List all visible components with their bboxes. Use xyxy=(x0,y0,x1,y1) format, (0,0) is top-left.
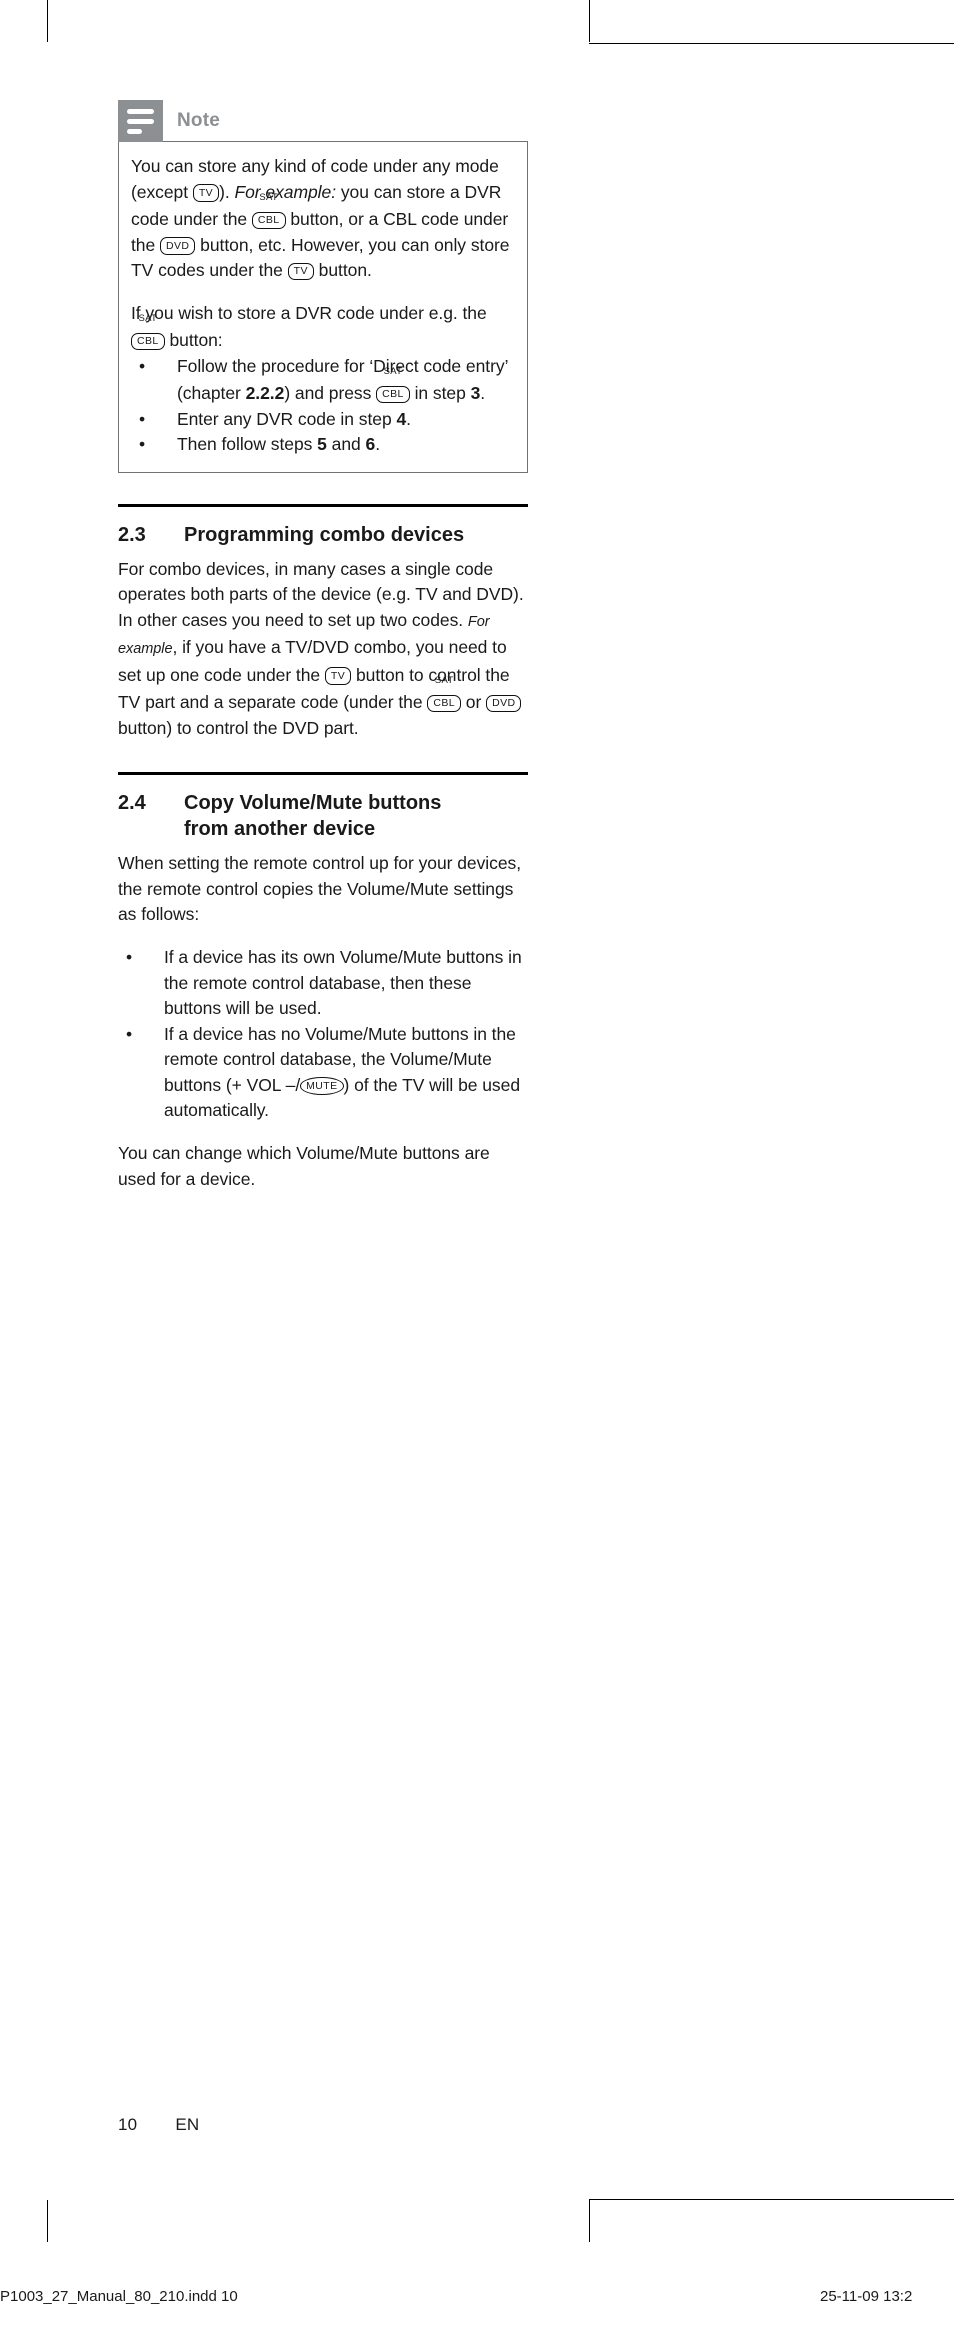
cbl-button-icon-4: CBL xyxy=(427,694,461,712)
list-item: Then follow steps 5 and 6. xyxy=(131,432,513,458)
bullet1-seg3: in step xyxy=(409,383,471,403)
dvd-button-icon: DVD xyxy=(160,237,196,255)
cbl-sat-button-icon: SAT CBL xyxy=(251,193,286,231)
section-title-24-line1: Copy Volume/Mute buttons xyxy=(184,792,442,814)
cbl-sat-button-icon-3: SAT CBL xyxy=(376,367,410,405)
bullet2-step-ref: 4 xyxy=(396,408,407,429)
crop-mark-top-right-h xyxy=(589,43,954,44)
section-divider-23 xyxy=(118,503,528,507)
list-item: Follow the procedure for ‘Direct code en… xyxy=(131,354,513,407)
bullet3-step-ref-1: 5 xyxy=(317,434,327,454)
note-lines-icon xyxy=(118,100,163,142)
tv-button-icon-2: TV xyxy=(287,262,314,280)
bullet3-seg3: . xyxy=(375,434,381,454)
s23-seg4: or xyxy=(461,692,487,712)
bullet1-step-ref: 3 xyxy=(470,383,481,403)
section-number-23: 2.3 xyxy=(118,523,146,546)
bullet1-seg2: ) and press xyxy=(284,383,377,403)
bullet3-seg1: Then follow steps xyxy=(177,434,318,454)
note-paragraph-1: You can store any kind of code under any… xyxy=(131,154,513,284)
note-p1-seg2: ). xyxy=(219,181,235,202)
crop-mark-top-left xyxy=(47,0,48,42)
print-timestamp: 25-11-09 13:2 xyxy=(820,2288,913,2305)
sat-superscript-label-3: SAT xyxy=(383,366,403,377)
page-content: Note You can store any kind of code unde… xyxy=(118,100,528,1210)
section-24-outro: You can change which Volume/Mute buttons… xyxy=(118,1143,490,1189)
section-heading-24: 2.4 Copy Volume/Mute buttons from anothe… xyxy=(118,790,528,842)
note-p2-seg2: button: xyxy=(164,330,223,350)
cbl-sat-button-icon-4: SAT CBL xyxy=(427,676,461,714)
note-p1-seg6: button. xyxy=(313,260,372,280)
sat-superscript-label-2: SAT xyxy=(138,313,158,324)
crop-mark-bottom-right xyxy=(589,2200,590,2242)
print-filename: P1003_27_Manual_80_210.indd 10 xyxy=(0,2288,238,2305)
bullet1-chapter-ref: 2.2.2 xyxy=(245,383,285,403)
bullet3-seg2: and xyxy=(326,434,366,454)
cbl-button-icon-2: CBL xyxy=(131,332,165,350)
tv-button-icon: TV xyxy=(192,184,220,202)
section-title-24: Copy Volume/Mute buttons from another de… xyxy=(184,790,528,842)
bullet2-seg1: Enter any DVR code in step xyxy=(177,408,397,429)
bullet3-step-ref-2: 6 xyxy=(365,434,376,454)
cbl-sat-button-icon-2: SAT CBL xyxy=(131,314,165,352)
bullet1-seg4: . xyxy=(480,383,486,403)
section-divider-24 xyxy=(118,772,528,775)
page-number: 10 xyxy=(118,2115,138,2134)
cbl-button-icon: CBL xyxy=(251,211,286,229)
list-item: If a device has no Volume/Mute buttons i… xyxy=(118,1022,528,1124)
section-title-23: Programming combo devices xyxy=(184,523,465,546)
language-code: EN xyxy=(175,2115,200,2134)
list-item: Enter any DVR code in step 4. xyxy=(131,407,513,433)
note-header: Note xyxy=(118,100,528,142)
crop-mark-top-right xyxy=(589,0,590,42)
mute-button-icon: MUTE xyxy=(300,1077,344,1095)
tv-button-icon-3: TV xyxy=(324,667,352,685)
note-box: You can store any kind of code under any… xyxy=(118,141,528,473)
section-24-bullet-list: If a device has its own Volume/Mute butt… xyxy=(118,945,528,1124)
sat-superscript-label: SAT xyxy=(259,192,279,203)
note-paragraph-2: If you wish to store a DVR code under e.… xyxy=(131,301,513,354)
crop-mark-bottom-left xyxy=(47,2200,48,2242)
note-bullet-list: Follow the procedure for ‘Direct code en… xyxy=(131,354,513,458)
section-number-24: 2.4 xyxy=(118,792,146,814)
cbl-button-icon-3: CBL xyxy=(376,385,410,403)
note-title: Note xyxy=(177,110,221,131)
s23-seg5: button) to control the DVD part. xyxy=(118,717,359,738)
page-footer: 10 EN xyxy=(118,2115,199,2135)
section-title-24-line2: from another device xyxy=(184,818,376,840)
list-item: If a device has its own Volume/Mute butt… xyxy=(118,945,528,1022)
section-23-body: For combo devices, in many cases a singl… xyxy=(118,557,528,742)
bullet2-seg2: . xyxy=(406,408,411,429)
note-p1-emphasis: For example: xyxy=(234,181,337,202)
section-24-intro: When setting the remote control up for y… xyxy=(118,853,522,924)
crop-mark-bottom-right-h xyxy=(589,2199,954,2200)
dvd-button-icon-2: DVD xyxy=(486,694,522,712)
note-p2-seg1: If you wish to store a DVR code under e.… xyxy=(131,302,487,323)
sat-superscript-label-4: SAT xyxy=(434,675,454,686)
s23-seg1: For combo devices, in many cases a singl… xyxy=(118,558,524,630)
section-heading-23: 2.3 Programming combo devices xyxy=(118,522,528,548)
